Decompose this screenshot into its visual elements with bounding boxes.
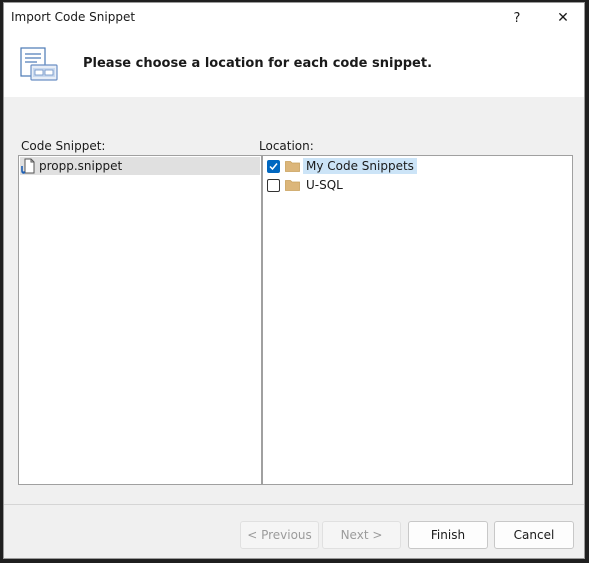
window-title: Import Code Snippet <box>11 10 136 24</box>
help-icon: ? <box>513 10 521 26</box>
title-bar: Import Code Snippet ? ✕ <box>4 3 584 33</box>
cancel-button[interactable]: Cancel <box>494 521 574 549</box>
location-label: Location: <box>259 139 314 153</box>
location-name: My Code Snippets <box>303 158 417 174</box>
finish-button[interactable]: Finish <box>408 521 488 549</box>
code-snippet-list[interactable]: propp.snippet <box>18 155 262 485</box>
close-button[interactable]: ✕ <box>540 3 586 33</box>
location-checkbox[interactable] <box>267 178 280 192</box>
location-item-u-sql[interactable]: U-SQL <box>267 176 346 194</box>
location-checkbox[interactable] <box>267 159 280 173</box>
previous-button[interactable]: < Previous <box>240 521 319 549</box>
wizard-body: Code Snippet: Location: propp.snippet My… <box>4 97 584 558</box>
checkmark-icon <box>269 162 278 170</box>
snippet-file-icon <box>21 158 35 174</box>
folder-icon <box>285 161 300 172</box>
folder-icon <box>285 180 300 191</box>
close-icon: ✕ <box>557 10 569 26</box>
location-item-my-code-snippets[interactable]: My Code Snippets <box>267 157 417 175</box>
footer-divider <box>4 504 584 505</box>
snippet-name: propp.snippet <box>39 159 123 173</box>
code-snippet-label: Code Snippet: <box>21 139 106 153</box>
code-snippet-import-icon <box>20 47 58 81</box>
import-code-snippet-dialog: Import Code Snippet ? ✕ Please choose a … <box>3 2 585 559</box>
location-name: U-SQL <box>306 178 343 192</box>
next-button[interactable]: Next > <box>322 521 401 549</box>
help-button[interactable]: ? <box>494 3 540 33</box>
wizard-header: Please choose a location for each code s… <box>4 33 584 97</box>
list-item-propp-snippet[interactable]: propp.snippet <box>20 157 260 175</box>
location-tree[interactable]: My Code Snippets U-SQL <box>262 155 573 485</box>
instruction-text: Please choose a location for each code s… <box>83 56 433 71</box>
